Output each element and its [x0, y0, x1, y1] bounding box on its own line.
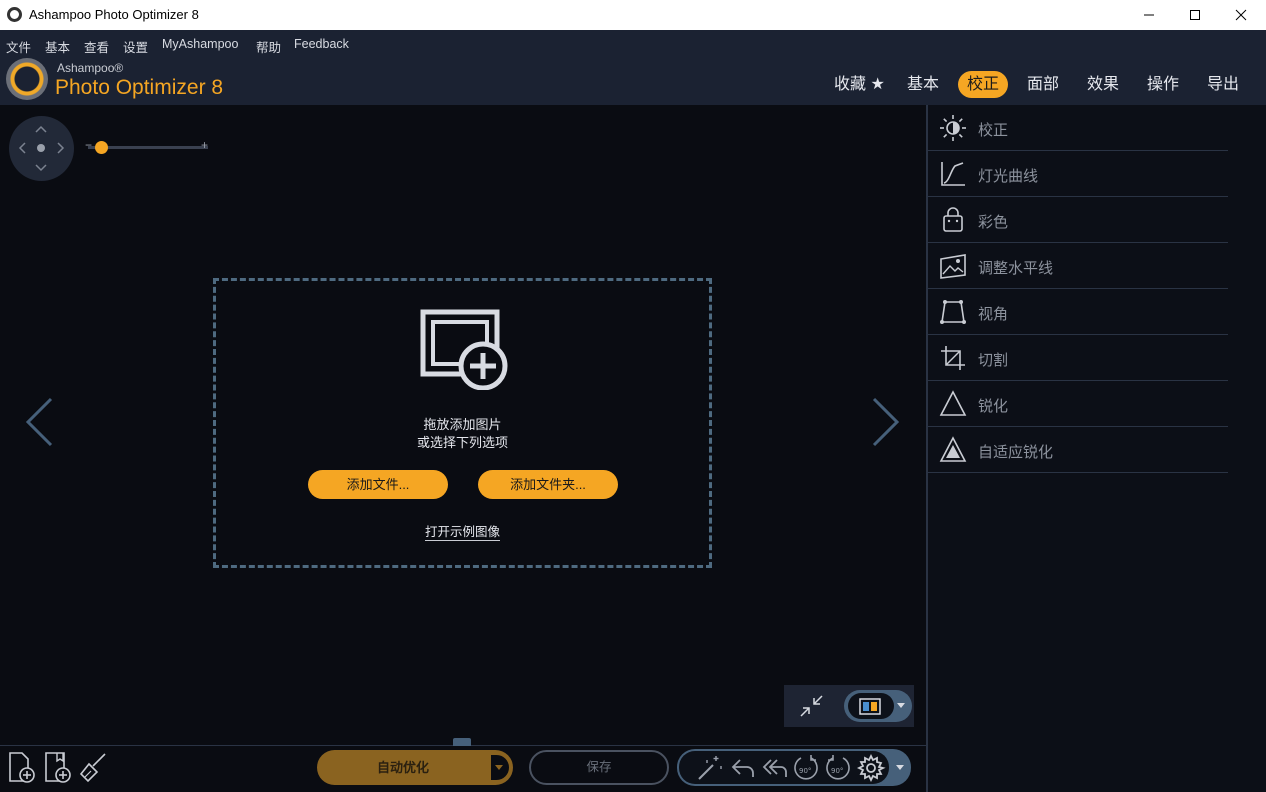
- svg-text:90°: 90°: [799, 767, 811, 775]
- zoom-slider-knob[interactable]: [95, 141, 108, 154]
- clear-list-broom-icon[interactable]: [78, 751, 108, 785]
- panel-item-perspective[interactable]: 视角: [928, 289, 1228, 335]
- menu-bar: 文件 基本 查看 设置 MyAshampoo 帮助 Feedback: [0, 30, 1266, 58]
- zoom-out-button[interactable]: −: [85, 138, 92, 152]
- adaptive-sharpen-icon: [939, 436, 967, 462]
- previous-image-arrow[interactable]: [25, 397, 55, 447]
- panel-item-horizon[interactable]: 调整水平线: [928, 243, 1228, 289]
- undo-all-icon[interactable]: [761, 755, 789, 781]
- crop-icon: [941, 346, 965, 370]
- rotate-right-90-icon[interactable]: 90°: [823, 753, 853, 783]
- rotate-left-90-icon[interactable]: 90°: [791, 753, 821, 783]
- menu-basic[interactable]: 基本: [45, 37, 70, 56]
- edit-tools-group: 90° 90°: [677, 749, 911, 786]
- pan-control[interactable]: [9, 116, 74, 181]
- menu-help[interactable]: 帮助: [256, 37, 281, 56]
- color-bag-icon: [943, 207, 963, 232]
- tab-favorites[interactable]: 收藏 ★: [825, 71, 894, 98]
- gear-icon[interactable]: [856, 753, 886, 783]
- panel-item-adaptive-sharpen[interactable]: 自适应锐化: [928, 427, 1228, 473]
- panel-item-label: 自适应锐化: [978, 444, 1054, 461]
- menu-settings[interactable]: 设置: [123, 37, 148, 56]
- perspective-icon: [940, 300, 966, 324]
- magic-wand-icon[interactable]: [695, 754, 723, 782]
- collapse-filmstrip-tab[interactable]: [453, 738, 471, 746]
- add-file-icon[interactable]: [7, 751, 37, 785]
- brand-product: Photo Optimizer 8: [55, 76, 224, 99]
- auto-optimize-dropdown[interactable]: [489, 753, 511, 782]
- svg-text:90°: 90°: [831, 767, 843, 775]
- bottom-toolbar: 自动优化 保存 90° 90°: [0, 738, 926, 792]
- open-sample-link-row: 打开示例图像: [216, 521, 709, 541]
- tab-effects[interactable]: 效果: [1078, 71, 1128, 98]
- tab-face[interactable]: 面部: [1018, 71, 1068, 98]
- tab-basic[interactable]: 基本: [898, 71, 948, 98]
- horizon-icon: [940, 254, 966, 279]
- close-icon: [1235, 9, 1247, 21]
- menu-file[interactable]: 文件: [6, 37, 31, 56]
- maximize-button[interactable]: [1172, 0, 1218, 30]
- sharpen-icon: [939, 390, 967, 416]
- add-files-button[interactable]: 添加文件...: [308, 470, 448, 499]
- tab-export[interactable]: 导出: [1198, 71, 1248, 98]
- zoom-in-button[interactable]: +: [201, 138, 208, 152]
- app-window: Ashampoo Photo Optimizer 8 文件 基本 查看 设置 M…: [0, 0, 1266, 792]
- auto-optimize-label: 自动优化: [376, 760, 429, 775]
- next-image-arrow[interactable]: [870, 397, 900, 447]
- panel-item-correction[interactable]: 校正: [928, 105, 1228, 151]
- close-button[interactable]: [1218, 0, 1264, 30]
- maximize-icon: [1190, 10, 1200, 20]
- compare-view-toggle[interactable]: [844, 690, 912, 722]
- pan-arrows-icon: [18, 125, 65, 172]
- panel-item-sharpen[interactable]: 锐化: [928, 381, 1228, 427]
- save-button[interactable]: 保存: [529, 750, 669, 785]
- brand-company: Ashampoo®: [57, 61, 124, 75]
- menu-view[interactable]: 查看: [84, 37, 109, 56]
- title-bar: Ashampoo Photo Optimizer 8: [0, 0, 1266, 30]
- canvas-area: − + 拖放添加图片 或选择下列选项 添加文件... 添加文件夹... 打开示例…: [0, 105, 926, 745]
- tab-correction[interactable]: 校正: [958, 71, 1009, 98]
- panel-item-label: 灯光曲线: [978, 168, 1039, 185]
- panel-item-label: 校正: [978, 122, 1009, 139]
- tab-actions[interactable]: 操作: [1138, 71, 1188, 98]
- drop-instruction-alt: 或选择下列选项: [416, 435, 508, 450]
- panel-item-label: 视角: [978, 306, 1009, 323]
- fit-to-window-icon[interactable]: [796, 691, 828, 721]
- app-icon: [7, 7, 22, 22]
- minimize-icon: [1144, 14, 1154, 16]
- brand-logo: [6, 58, 48, 100]
- auto-optimize-button[interactable]: 自动优化: [317, 750, 513, 785]
- panel-item-label: 调整水平线: [978, 260, 1054, 277]
- brightness-icon: [940, 115, 966, 141]
- curve-icon: [941, 162, 965, 186]
- panel-item-label: 锐化: [978, 398, 1009, 415]
- panel-item-crop[interactable]: 切割: [928, 335, 1228, 381]
- panel-item-label: 切割: [978, 352, 1009, 369]
- chevron-down-icon: [897, 703, 905, 708]
- drop-zone[interactable]: 拖放添加图片 或选择下列选项 添加文件... 添加文件夹... 打开示例图像: [213, 278, 712, 568]
- undo-icon[interactable]: [729, 755, 757, 781]
- menu-myashampoo[interactable]: MyAshampoo: [162, 37, 238, 51]
- tools-panel: 校正 灯光曲线 彩色 调整水平线 视角 切割 锐化 自适应锐化: [926, 105, 1266, 792]
- app-header: Ashampoo® Photo Optimizer 8 收藏 ★ 基本 校正 面…: [0, 58, 1266, 105]
- add-image-icon: [420, 309, 508, 390]
- chevron-down-icon: [495, 765, 503, 770]
- open-sample-link[interactable]: 打开示例图像: [424, 525, 500, 541]
- chevron-down-icon[interactable]: [896, 765, 904, 771]
- add-folder-button[interactable]: 添加文件夹...: [478, 470, 618, 499]
- minimize-button[interactable]: [1126, 0, 1172, 30]
- panel-item-light-curve[interactable]: 灯光曲线: [928, 151, 1228, 197]
- panel-item-label: 彩色: [978, 214, 1009, 231]
- menu-feedback[interactable]: Feedback: [294, 37, 349, 51]
- window-title: Ashampoo Photo Optimizer 8: [29, 7, 199, 22]
- add-folder-icon[interactable]: [43, 751, 73, 785]
- drop-instruction: 拖放添加图片: [423, 417, 502, 432]
- panel-item-color[interactable]: 彩色: [928, 197, 1228, 243]
- split-view-icon: [859, 698, 881, 715]
